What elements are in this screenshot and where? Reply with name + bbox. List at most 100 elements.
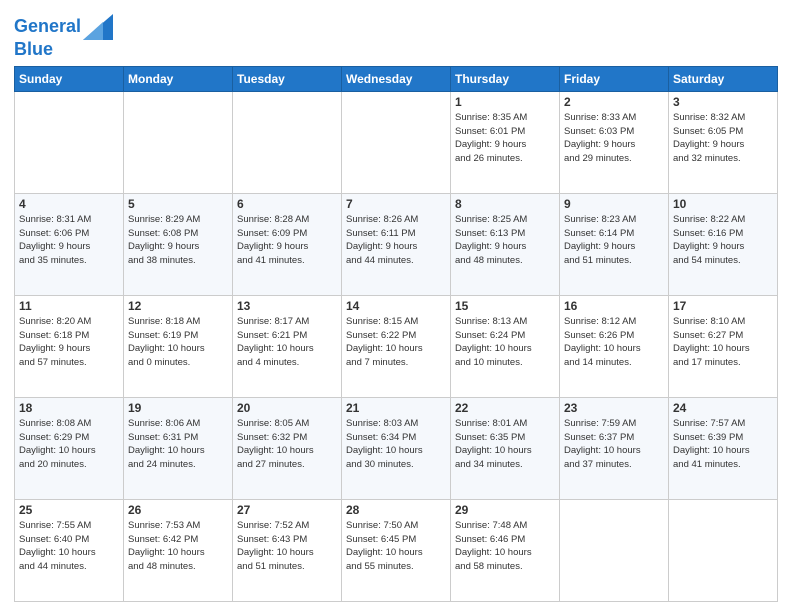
- logo-text: General: [14, 17, 81, 37]
- week-row-1: 4 Sunrise: 8:31 AM Sunset: 6:06 PM Daylig…: [15, 193, 778, 295]
- day-info: Sunrise: 8:01 AM Sunset: 6:35 PM Dayligh…: [455, 417, 555, 472]
- day-cell: 2 Sunrise: 8:33 AM Sunset: 6:03 PM Daylig…: [560, 91, 669, 193]
- day-info: Sunrise: 8:10 AM Sunset: 6:27 PM Dayligh…: [673, 315, 773, 370]
- logo-line2: Blue: [14, 40, 113, 60]
- day-number: 19: [128, 401, 228, 415]
- day-info: Sunrise: 8:23 AM Sunset: 6:14 PM Dayligh…: [564, 213, 664, 268]
- day-cell: 4 Sunrise: 8:31 AM Sunset: 6:06 PM Daylig…: [15, 193, 124, 295]
- day-number: 15: [455, 299, 555, 313]
- day-info: Sunrise: 8:20 AM Sunset: 6:18 PM Dayligh…: [19, 315, 119, 370]
- day-info: Sunrise: 7:55 AM Sunset: 6:40 PM Dayligh…: [19, 519, 119, 574]
- day-info: Sunrise: 7:52 AM Sunset: 6:43 PM Dayligh…: [237, 519, 337, 574]
- day-info: Sunrise: 7:48 AM Sunset: 6:46 PM Dayligh…: [455, 519, 555, 574]
- col-header-thursday: Thursday: [451, 66, 560, 91]
- day-cell: 1 Sunrise: 8:35 AM Sunset: 6:01 PM Daylig…: [451, 91, 560, 193]
- day-cell: 12 Sunrise: 8:18 AM Sunset: 6:19 PM Dayli…: [124, 295, 233, 397]
- day-number: 24: [673, 401, 773, 415]
- header: General Blue: [14, 10, 778, 60]
- day-number: 13: [237, 299, 337, 313]
- day-cell: 19 Sunrise: 8:06 AM Sunset: 6:31 PM Dayli…: [124, 397, 233, 499]
- day-info: Sunrise: 8:18 AM Sunset: 6:19 PM Dayligh…: [128, 315, 228, 370]
- day-cell: [669, 499, 778, 601]
- day-number: 18: [19, 401, 119, 415]
- day-info: Sunrise: 8:25 AM Sunset: 6:13 PM Dayligh…: [455, 213, 555, 268]
- day-cell: 5 Sunrise: 8:29 AM Sunset: 6:08 PM Daylig…: [124, 193, 233, 295]
- day-number: 9: [564, 197, 664, 211]
- day-info: Sunrise: 8:33 AM Sunset: 6:03 PM Dayligh…: [564, 111, 664, 166]
- day-cell: 7 Sunrise: 8:26 AM Sunset: 6:11 PM Daylig…: [342, 193, 451, 295]
- col-header-tuesday: Tuesday: [233, 66, 342, 91]
- day-cell: 21 Sunrise: 8:03 AM Sunset: 6:34 PM Dayli…: [342, 397, 451, 499]
- day-number: 2: [564, 95, 664, 109]
- day-info: Sunrise: 8:35 AM Sunset: 6:01 PM Dayligh…: [455, 111, 555, 166]
- day-number: 23: [564, 401, 664, 415]
- day-info: Sunrise: 7:59 AM Sunset: 6:37 PM Dayligh…: [564, 417, 664, 472]
- day-cell: [560, 499, 669, 601]
- day-cell: [124, 91, 233, 193]
- day-cell: 26 Sunrise: 7:53 AM Sunset: 6:42 PM Dayli…: [124, 499, 233, 601]
- day-cell: 13 Sunrise: 8:17 AM Sunset: 6:21 PM Dayli…: [233, 295, 342, 397]
- day-number: 17: [673, 299, 773, 313]
- day-info: Sunrise: 8:06 AM Sunset: 6:31 PM Dayligh…: [128, 417, 228, 472]
- col-header-wednesday: Wednesday: [342, 66, 451, 91]
- calendar-page: General Blue SundayMondayTuesdayWednesda…: [0, 0, 792, 612]
- day-number: 12: [128, 299, 228, 313]
- day-info: Sunrise: 8:15 AM Sunset: 6:22 PM Dayligh…: [346, 315, 446, 370]
- day-cell: [233, 91, 342, 193]
- day-info: Sunrise: 8:05 AM Sunset: 6:32 PM Dayligh…: [237, 417, 337, 472]
- day-number: 25: [19, 503, 119, 517]
- day-number: 5: [128, 197, 228, 211]
- day-cell: 15 Sunrise: 8:13 AM Sunset: 6:24 PM Dayli…: [451, 295, 560, 397]
- day-cell: 28 Sunrise: 7:50 AM Sunset: 6:45 PM Dayli…: [342, 499, 451, 601]
- day-info: Sunrise: 7:50 AM Sunset: 6:45 PM Dayligh…: [346, 519, 446, 574]
- day-info: Sunrise: 8:03 AM Sunset: 6:34 PM Dayligh…: [346, 417, 446, 472]
- day-cell: 17 Sunrise: 8:10 AM Sunset: 6:27 PM Dayli…: [669, 295, 778, 397]
- day-number: 6: [237, 197, 337, 211]
- day-info: Sunrise: 7:57 AM Sunset: 6:39 PM Dayligh…: [673, 417, 773, 472]
- day-info: Sunrise: 8:17 AM Sunset: 6:21 PM Dayligh…: [237, 315, 337, 370]
- calendar-header-row: SundayMondayTuesdayWednesdayThursdayFrid…: [15, 66, 778, 91]
- day-info: Sunrise: 8:31 AM Sunset: 6:06 PM Dayligh…: [19, 213, 119, 268]
- day-cell: 25 Sunrise: 7:55 AM Sunset: 6:40 PM Dayli…: [15, 499, 124, 601]
- day-cell: 27 Sunrise: 7:52 AM Sunset: 6:43 PM Dayli…: [233, 499, 342, 601]
- week-row-2: 11 Sunrise: 8:20 AM Sunset: 6:18 PM Dayli…: [15, 295, 778, 397]
- day-cell: 9 Sunrise: 8:23 AM Sunset: 6:14 PM Daylig…: [560, 193, 669, 295]
- day-number: 3: [673, 95, 773, 109]
- day-number: 10: [673, 197, 773, 211]
- day-number: 26: [128, 503, 228, 517]
- calendar-table: SundayMondayTuesdayWednesdayThursdayFrid…: [14, 66, 778, 602]
- day-info: Sunrise: 8:29 AM Sunset: 6:08 PM Dayligh…: [128, 213, 228, 268]
- day-cell: 23 Sunrise: 7:59 AM Sunset: 6:37 PM Dayli…: [560, 397, 669, 499]
- day-info: Sunrise: 8:22 AM Sunset: 6:16 PM Dayligh…: [673, 213, 773, 268]
- day-info: Sunrise: 8:26 AM Sunset: 6:11 PM Dayligh…: [346, 213, 446, 268]
- day-number: 29: [455, 503, 555, 517]
- day-number: 14: [346, 299, 446, 313]
- day-cell: 8 Sunrise: 8:25 AM Sunset: 6:13 PM Daylig…: [451, 193, 560, 295]
- day-cell: [15, 91, 124, 193]
- col-header-saturday: Saturday: [669, 66, 778, 91]
- day-number: 20: [237, 401, 337, 415]
- col-header-sunday: Sunday: [15, 66, 124, 91]
- day-number: 22: [455, 401, 555, 415]
- day-number: 11: [19, 299, 119, 313]
- day-cell: 14 Sunrise: 8:15 AM Sunset: 6:22 PM Dayli…: [342, 295, 451, 397]
- day-cell: 29 Sunrise: 7:48 AM Sunset: 6:46 PM Dayli…: [451, 499, 560, 601]
- day-info: Sunrise: 8:28 AM Sunset: 6:09 PM Dayligh…: [237, 213, 337, 268]
- day-info: Sunrise: 8:13 AM Sunset: 6:24 PM Dayligh…: [455, 315, 555, 370]
- day-number: 7: [346, 197, 446, 211]
- day-cell: 10 Sunrise: 8:22 AM Sunset: 6:16 PM Dayli…: [669, 193, 778, 295]
- logo: General Blue: [14, 14, 113, 60]
- day-number: 16: [564, 299, 664, 313]
- day-number: 4: [19, 197, 119, 211]
- day-number: 1: [455, 95, 555, 109]
- day-info: Sunrise: 7:53 AM Sunset: 6:42 PM Dayligh…: [128, 519, 228, 574]
- day-cell: 11 Sunrise: 8:20 AM Sunset: 6:18 PM Dayli…: [15, 295, 124, 397]
- day-number: 28: [346, 503, 446, 517]
- col-header-friday: Friday: [560, 66, 669, 91]
- day-cell: 3Sunrise: 8:32 AM Sunset: 6:05 PM Daylig…: [669, 91, 778, 193]
- logo-icon: [83, 14, 113, 40]
- day-number: 8: [455, 197, 555, 211]
- day-number: 27: [237, 503, 337, 517]
- day-cell: 16Sunrise: 8:12 AM Sunset: 6:26 PM Dayli…: [560, 295, 669, 397]
- day-number: 21: [346, 401, 446, 415]
